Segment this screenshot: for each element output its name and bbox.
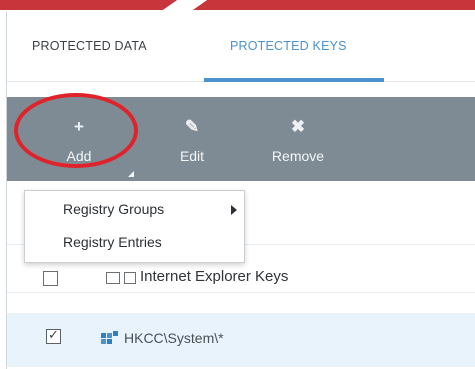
toolbar: + Add ✎ Edit ✖ Remove xyxy=(7,97,475,181)
tab-protected-data[interactable]: PROTECTED DATA xyxy=(32,39,147,53)
list-item-label: Internet Explorer Keys xyxy=(140,268,289,285)
plus-icon: + xyxy=(74,117,84,136)
pencil-icon: ✎ xyxy=(184,117,200,136)
row-checkbox[interactable] xyxy=(43,271,58,286)
menu-item-label: Registry Groups xyxy=(63,201,165,217)
checkmark-icon: ✓ xyxy=(48,327,59,342)
menu-item-registry-entries[interactable]: Registry Entries xyxy=(25,228,246,258)
remove-button-label: Remove xyxy=(271,148,325,164)
row-checkbox[interactable]: ✓ xyxy=(46,327,61,344)
list-item-label: HKCC\System\* xyxy=(124,330,224,346)
active-tab-indicator xyxy=(204,78,384,82)
add-button[interactable]: + Add xyxy=(37,97,121,181)
list-item-selected[interactable]: ✓ HKCC\System\* xyxy=(7,313,475,367)
x-icon: ✖ xyxy=(290,117,306,136)
remove-button[interactable]: ✖ Remove xyxy=(254,97,342,181)
expand-box-icon[interactable] xyxy=(106,272,120,284)
tab-bar: PROTECTED DATA PROTECTED KEYS xyxy=(7,12,475,82)
submenu-arrow-icon xyxy=(231,205,237,215)
tab-protected-keys[interactable]: PROTECTED KEYS xyxy=(230,39,347,53)
add-dropdown-menu: Registry Groups Registry Entries xyxy=(24,190,245,263)
add-dropdown-caret-icon xyxy=(128,171,134,177)
top-banner-strip xyxy=(0,0,475,10)
add-button-label: Add xyxy=(66,148,92,164)
banner-notch xyxy=(162,0,208,10)
menu-item-label: Registry Entries xyxy=(63,234,162,250)
menu-item-registry-groups[interactable]: Registry Groups xyxy=(25,195,246,225)
edit-button[interactable]: ✎ Edit xyxy=(162,97,222,181)
group-folder-icon xyxy=(124,272,136,284)
edit-button-label: Edit xyxy=(179,148,205,164)
registry-key-icon xyxy=(101,331,118,344)
